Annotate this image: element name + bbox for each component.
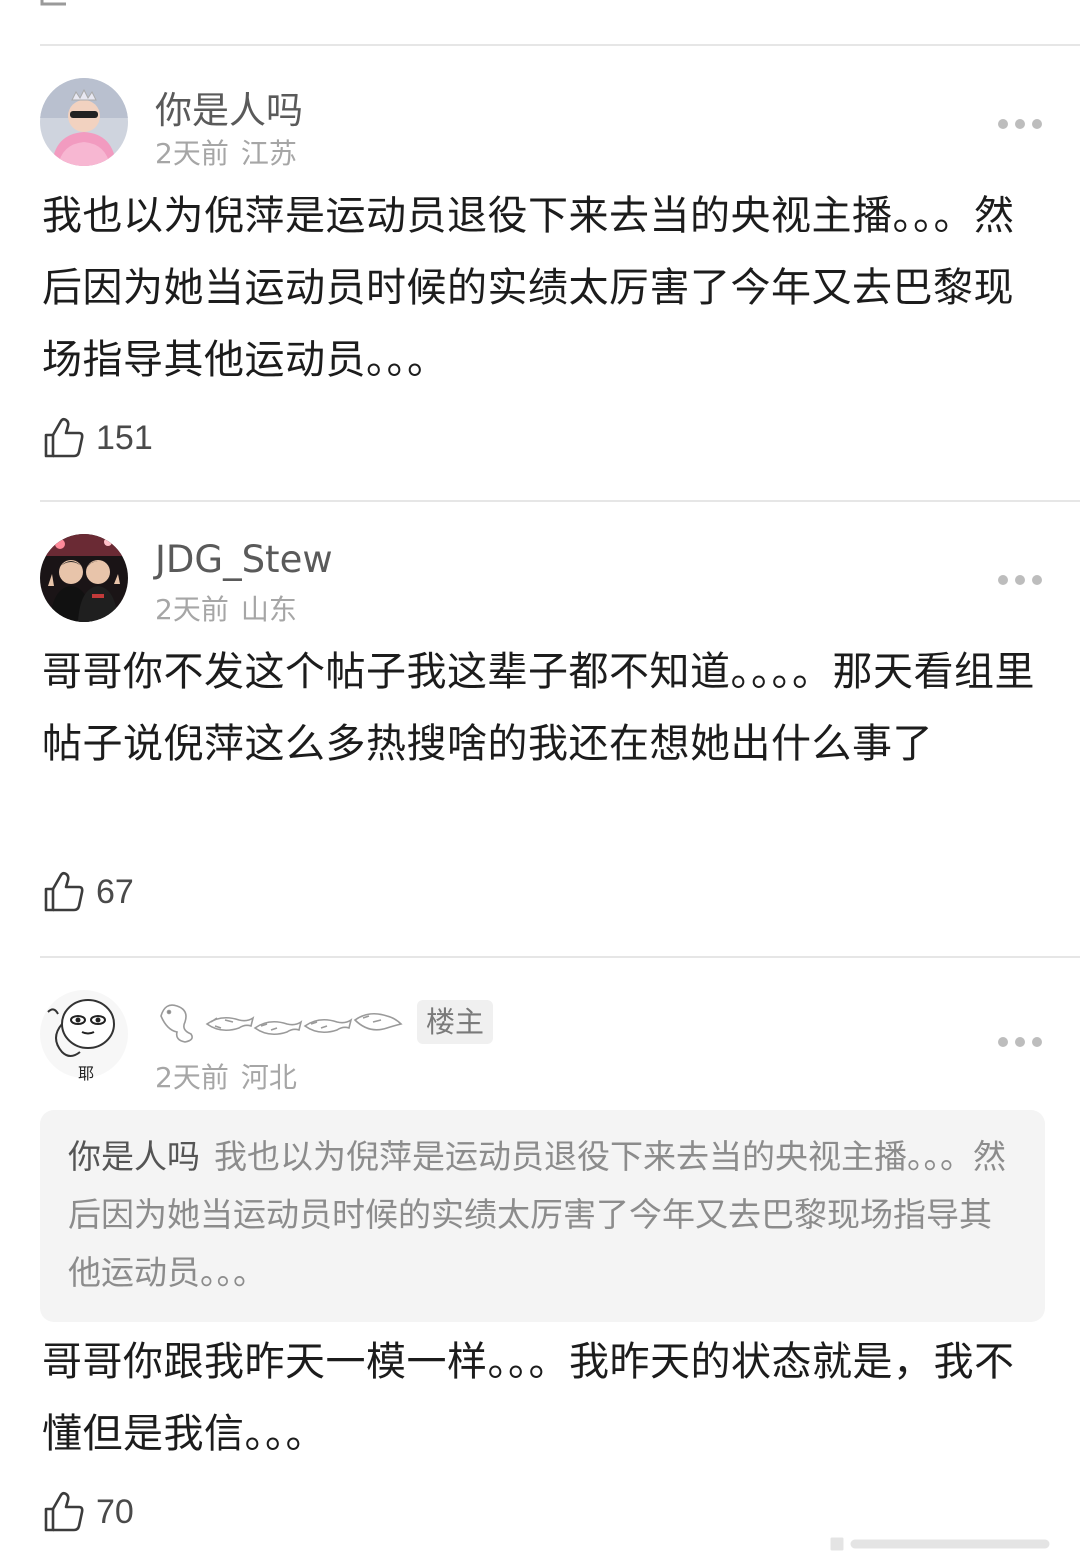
comment-time: 2天前 bbox=[155, 1061, 229, 1094]
username[interactable]: JDG_Stew bbox=[155, 538, 333, 581]
thumbs-up-icon bbox=[44, 417, 84, 458]
username[interactable]: 楼主 bbox=[155, 996, 494, 1048]
comment-location: 山东 bbox=[240, 593, 297, 626]
comment-location: 江苏 bbox=[240, 137, 297, 170]
like-button[interactable]: 151 bbox=[42, 416, 153, 460]
comment-location: 河北 bbox=[240, 1061, 297, 1094]
quoted-reply[interactable]: 你是人吗 我也以为倪萍是运动员退役下来去当的央视主播。。。然后因为她当运动员时候的… bbox=[40, 1110, 1045, 1322]
comment-text: 哥哥你跟我昨天一模一样。。。我昨天的状态就是，我不懂但是我信。。。 bbox=[42, 1339, 1015, 1457]
quoted-username: 你是人吗 bbox=[68, 1137, 200, 1176]
girl-crown-avatar-icon[interactable] bbox=[40, 78, 128, 166]
watermark-graphic bbox=[830, 1535, 1060, 1553]
op-badge: 楼主 bbox=[417, 1000, 494, 1044]
more-options-icon[interactable] bbox=[998, 118, 1042, 130]
thumbs-up-icon bbox=[44, 871, 84, 912]
comment-text: 我也以为倪萍是运动员退役下来去当的央视主播。。。然后因为她当运动员时候的实绩太厉… bbox=[42, 193, 1015, 383]
quoted-text: 我也以为倪萍是运动员退役下来去当的央视主播。。。然后因为她当运动员时候的实绩太厉… bbox=[68, 1137, 1006, 1292]
comment-meta: 2天前 山东 bbox=[155, 588, 297, 628]
thumbs-up-icon bbox=[44, 1491, 84, 1532]
divider bbox=[40, 500, 1080, 502]
fish-drawing-username bbox=[155, 996, 405, 1048]
more-options-icon[interactable] bbox=[998, 1036, 1042, 1048]
username[interactable]: 你是人吗 bbox=[155, 80, 303, 134]
like-count: 70 bbox=[96, 1492, 134, 1531]
like-count: 151 bbox=[96, 418, 153, 457]
comment-text: 哥哥你不发这个帖子我这辈子都不知道。。。。那天看组里帖子说倪萍这么多热搜啥的我还… bbox=[42, 649, 1035, 767]
comment-meta: 2天前 河北 bbox=[155, 1056, 297, 1096]
two-people-avatar-icon[interactable] bbox=[40, 534, 128, 622]
like-button[interactable]: 67 bbox=[42, 870, 134, 914]
like-count: 67 bbox=[96, 872, 134, 911]
previous-item-stub bbox=[40, 0, 70, 6]
like-button[interactable]: 70 bbox=[42, 1490, 134, 1534]
comment-meta: 2天前 江苏 bbox=[155, 132, 297, 172]
comment-time: 2天前 bbox=[155, 137, 229, 170]
more-options-icon[interactable] bbox=[998, 574, 1042, 586]
avatar-caption: 耶 bbox=[78, 1064, 95, 1083]
comment-time: 2天前 bbox=[155, 593, 229, 626]
divider bbox=[40, 956, 1080, 958]
divider bbox=[40, 44, 1080, 46]
